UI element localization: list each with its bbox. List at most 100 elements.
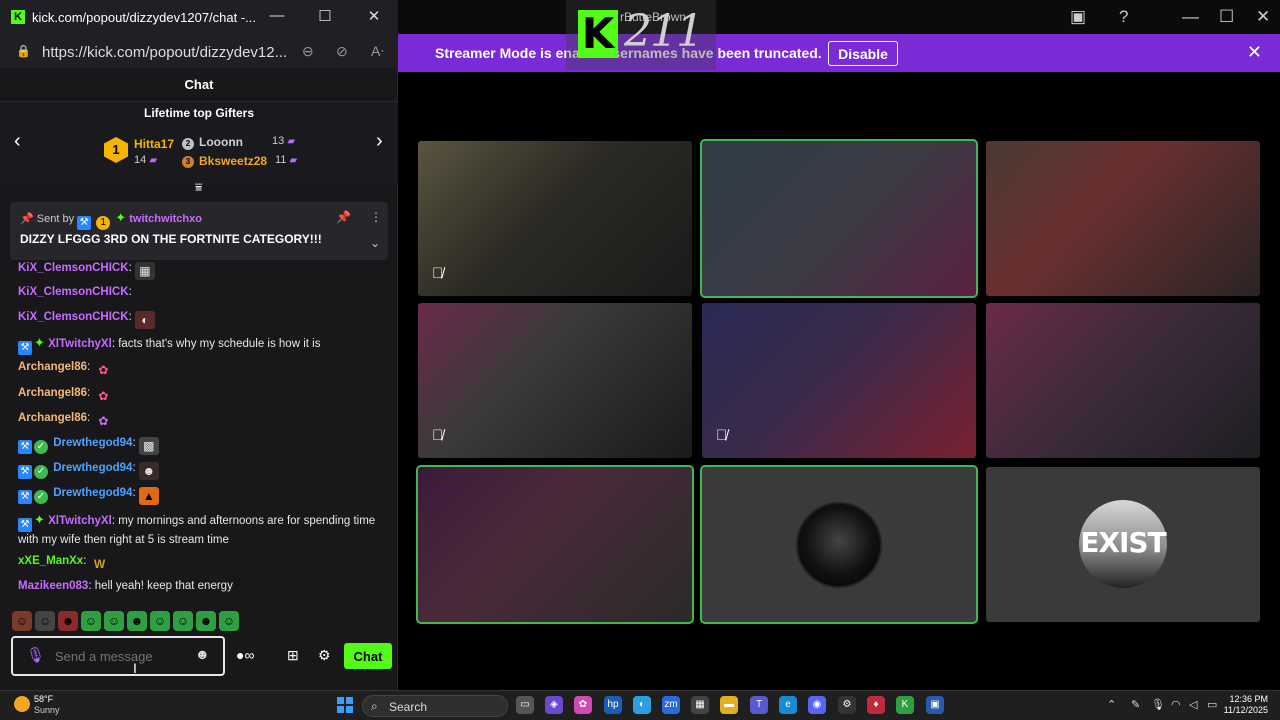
participant-avatar bbox=[796, 502, 882, 588]
file-explorer-icon[interactable]: ▬ bbox=[720, 696, 738, 714]
app-icon[interactable]: ▣ bbox=[926, 696, 944, 714]
third-gifter-count: 11 ▰ bbox=[275, 154, 298, 166]
sparkle-badge-icon: ✦ bbox=[34, 512, 45, 527]
app-top-bar bbox=[398, 0, 1280, 34]
username[interactable]: Archangel86 bbox=[18, 361, 87, 373]
teams-app-icon[interactable]: T bbox=[750, 696, 768, 714]
emote-icon[interactable]: ☻ bbox=[196, 611, 216, 631]
more-options-icon[interactable]: ⋮ bbox=[370, 210, 382, 224]
chat-header: Chat bbox=[0, 68, 398, 102]
verified-badge-icon: ⚒ bbox=[77, 216, 92, 230]
send-chat-button[interactable]: Chat bbox=[344, 643, 392, 669]
task-view-icon[interactable]: ▭ bbox=[516, 696, 534, 714]
video-tile-3[interactable] bbox=[986, 141, 1260, 296]
url-text[interactable]: https://kick.com/popout/dizzydev12... bbox=[42, 44, 287, 61]
app-icon[interactable]: ✿ bbox=[574, 696, 592, 714]
maximize-icon[interactable]: ☐ bbox=[1219, 7, 1234, 27]
unpin-icon[interactable]: 📌 bbox=[336, 210, 351, 224]
emote-icon[interactable]: ☺ bbox=[12, 611, 32, 631]
zoom-icon[interactable]: ⊖ bbox=[302, 43, 314, 60]
emote-icon[interactable]: ☺ bbox=[104, 611, 124, 631]
zoom-app-icon[interactable]: zm bbox=[662, 696, 680, 714]
close-icon[interactable]: ✕ bbox=[1256, 7, 1270, 27]
system-clock[interactable]: 12:36 PM 11/12/2025 bbox=[1222, 694, 1268, 716]
sent-by-username[interactable]: twitchwitchxo bbox=[129, 213, 202, 225]
emote-icon[interactable]: ☻ bbox=[127, 611, 147, 631]
username[interactable]: KiX_ClemsonCHICK bbox=[18, 286, 129, 298]
discord-app-icon[interactable]: ◉ bbox=[808, 696, 826, 714]
username[interactable]: xXE_ManXx bbox=[18, 555, 83, 567]
pen-icon[interactable]: ✎ bbox=[1131, 698, 1140, 711]
weather-temperature[interactable]: 58°F bbox=[34, 694, 53, 704]
hp-app-icon[interactable]: hp bbox=[604, 696, 622, 714]
address-bar[interactable]: 🔒 https://kick.com/popout/dizzydev12... … bbox=[0, 36, 398, 68]
video-tile-2[interactable] bbox=[700, 139, 978, 298]
username[interactable]: Mazikeen083 bbox=[18, 580, 88, 592]
second-gifter-name[interactable]: Looonn bbox=[199, 135, 243, 149]
video-tile-1[interactable]: 🎙̸ bbox=[418, 141, 692, 296]
maximize-icon[interactable]: ☐ bbox=[315, 7, 335, 25]
third-gifter-name[interactable]: Bksweetz28 bbox=[199, 154, 267, 168]
video-tile-6[interactable] bbox=[986, 303, 1260, 458]
weather-condition[interactable]: Sunny bbox=[34, 705, 60, 715]
emoji-picker-icon[interactable]: ☻ bbox=[195, 646, 210, 662]
store-app-icon[interactable]: ▦ bbox=[691, 696, 709, 714]
app-icon[interactable]: ♦ bbox=[867, 696, 885, 714]
disable-streamer-mode-button[interactable]: Disable bbox=[828, 41, 898, 66]
video-tile-7[interactable] bbox=[416, 465, 694, 624]
username[interactable]: KiX_ClemsonCHICK bbox=[18, 311, 129, 323]
video-tile-9[interactable]: EXIST bbox=[986, 467, 1260, 622]
copilot-app-icon[interactable]: ◈ bbox=[545, 696, 563, 714]
kick-app-icon[interactable]: K bbox=[896, 696, 914, 714]
previous-arrow-icon[interactable]: ‹ bbox=[14, 130, 21, 153]
taskbar-search[interactable]: ⌕ Search bbox=[362, 695, 508, 717]
help-icon[interactable]: ? bbox=[1119, 7, 1128, 27]
video-tile-5[interactable]: 🎙̸ bbox=[702, 303, 976, 458]
username[interactable]: KiX_ClemsonCHICK bbox=[18, 262, 129, 274]
video-tile-4[interactable]: 🎙̸ bbox=[418, 303, 692, 458]
start-windows-icon[interactable] bbox=[337, 697, 353, 713]
username[interactable]: Archangel86 bbox=[18, 412, 87, 424]
video-tile-8[interactable] bbox=[700, 465, 978, 624]
weather-sun-icon[interactable] bbox=[14, 696, 30, 712]
sent-by-label: Sent by bbox=[36, 213, 75, 225]
site-info-icon[interactable]: 🔒 bbox=[16, 44, 31, 58]
read-aloud-icon[interactable]: Aᐧ bbox=[371, 43, 384, 60]
volume-icon[interactable]: ◁ bbox=[1189, 698, 1197, 711]
emote-icon[interactable]: ☺ bbox=[81, 611, 101, 631]
username[interactable]: Drewthegod94 bbox=[53, 462, 132, 474]
tracking-prevention-icon[interactable]: ⊘ bbox=[336, 43, 348, 60]
emote-icon[interactable]: ☺ bbox=[35, 611, 55, 631]
emote-icon[interactable]: ☺ bbox=[219, 611, 239, 631]
wifi-icon[interactable]: ◠ bbox=[1171, 698, 1181, 711]
edge-browser-icon[interactable]: e bbox=[779, 696, 797, 714]
battery-icon[interactable]: ▭ bbox=[1207, 698, 1217, 711]
emote-icon[interactable]: ☺ bbox=[150, 611, 170, 631]
username[interactable]: Archangel86 bbox=[18, 387, 87, 399]
app-icon[interactable]: ◐ bbox=[633, 696, 651, 714]
community-icon[interactable]: ●∞ bbox=[236, 647, 254, 663]
banner-close-icon[interactable]: ✕ bbox=[1247, 42, 1262, 63]
username[interactable]: XlTwitchyXl bbox=[48, 338, 112, 350]
username[interactable]: Drewthegod94 bbox=[53, 487, 132, 499]
chat-message: KiX_ClemsonCHICK: ▦ bbox=[18, 260, 378, 280]
search-label: Search bbox=[389, 700, 428, 714]
minimize-icon[interactable]: — bbox=[1182, 7, 1199, 27]
chevron-down-icon[interactable]: ⌄ bbox=[370, 236, 380, 250]
next-arrow-icon[interactable]: › bbox=[376, 130, 383, 153]
filter-icon[interactable]: ⩸ bbox=[195, 180, 202, 195]
gift-icon[interactable]: ⊞ bbox=[287, 647, 299, 664]
emote-icon[interactable]: ☻ bbox=[58, 611, 78, 631]
close-icon[interactable]: ✕ bbox=[364, 7, 384, 25]
settings-gear-icon[interactable]: ⚙ bbox=[318, 647, 331, 664]
microphone-tray-icon[interactable]: 🎙 bbox=[1151, 698, 1165, 711]
username[interactable]: XlTwitchyXl bbox=[48, 515, 112, 527]
username[interactable]: Drewthegod94 bbox=[53, 437, 132, 449]
top-gifter-name[interactable]: Hitta17 bbox=[134, 137, 174, 151]
show-hidden-icons-icon[interactable]: ⌃ bbox=[1107, 698, 1116, 711]
minimize-icon[interactable]: — bbox=[267, 7, 287, 24]
emote-icon[interactable]: ☺ bbox=[173, 611, 193, 631]
obs-app-icon[interactable]: ⚙ bbox=[838, 696, 856, 714]
screen-record-icon[interactable]: ▣ bbox=[1070, 7, 1086, 27]
microphone-icon[interactable]: 🎙 bbox=[26, 646, 45, 664]
